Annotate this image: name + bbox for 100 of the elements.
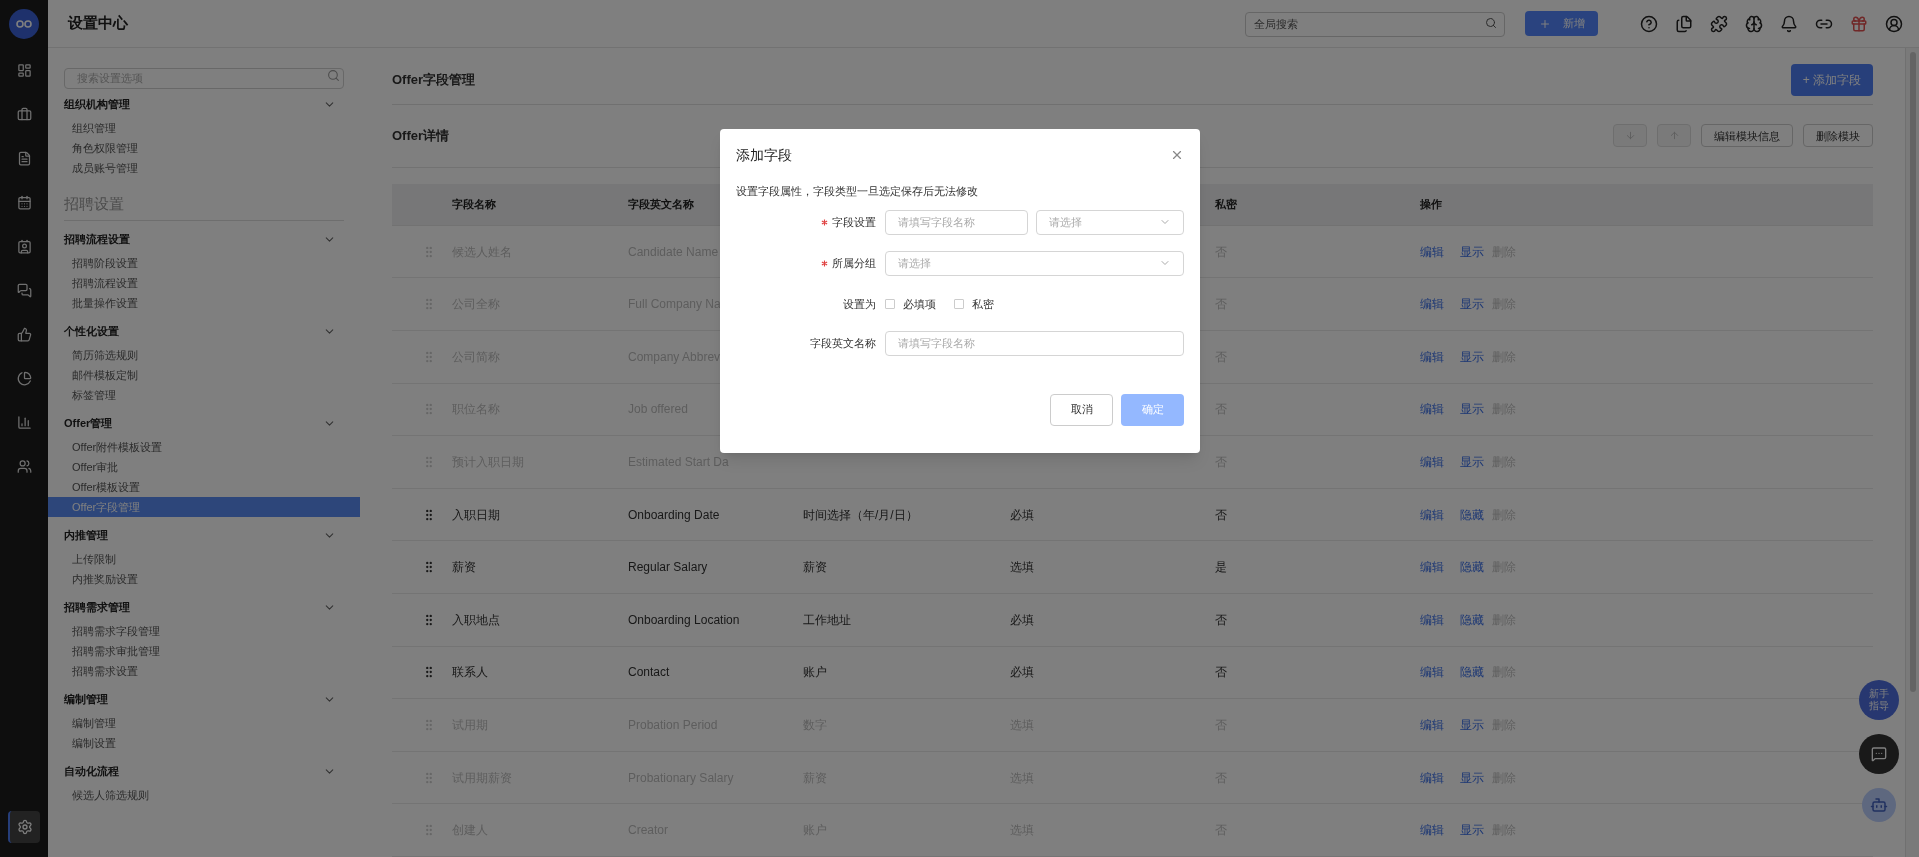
sidebar-item[interactable]: Offer模板设置 (48, 477, 360, 497)
sidebar-item[interactable]: 招聘需求审批管理 (48, 641, 360, 661)
sidebar-item[interactable]: 标签管理 (48, 385, 360, 405)
logo-icon[interactable] (9, 9, 39, 39)
table-cell: 否 (1215, 507, 1227, 522)
group-title[interactable]: 内推管理 (64, 526, 108, 544)
table-cell: 否 (1215, 612, 1227, 627)
action-link[interactable]: 编辑 (1420, 558, 1444, 577)
chat-bubble-icon (1871, 746, 1887, 762)
action-link[interactable]: 隐藏 (1460, 558, 1484, 577)
settings-icon[interactable] (8, 811, 40, 843)
sidebar-item[interactable]: Offer附件模板设置 (48, 437, 360, 457)
action-link[interactable]: 编辑 (1420, 295, 1444, 314)
action-link[interactable]: 编辑 (1420, 505, 1444, 524)
group-title[interactable]: 自动化流程 (64, 762, 119, 780)
action-link[interactable]: 编辑 (1420, 400, 1444, 419)
table-cell: 账户 (803, 665, 827, 680)
sidebar-item[interactable]: 内推奖励设置 (48, 569, 360, 589)
bell-icon[interactable] (1780, 14, 1798, 33)
action-link[interactable]: 编辑 (1420, 453, 1444, 472)
dialog-title: 添加字段 (736, 145, 792, 165)
global-search-field[interactable]: 全局搜索 (1245, 11, 1505, 37)
action-link[interactable]: 显示 (1460, 716, 1484, 734)
sidebar-item[interactable]: Offer字段管理 (48, 497, 360, 517)
action-link[interactable]: 显示 (1460, 242, 1484, 261)
table-cell: 时间选择（年/月/日） (803, 507, 918, 522)
cancel-button[interactable]: 取消 (1050, 393, 1113, 426)
sidebar-item[interactable]: 邮件模板定制 (48, 365, 360, 385)
sidebar-item[interactable]: 招聘需求设置 (48, 661, 360, 681)
sidebar-item[interactable]: 角色权限管理 (48, 138, 360, 158)
action-link[interactable]: 编辑 (1420, 347, 1444, 366)
table-cell: Contact (628, 665, 670, 680)
group-title[interactable]: 个性化设置 (64, 322, 119, 340)
sidebar-item[interactable]: 简历筛选规则 (48, 345, 360, 365)
sidebar-item[interactable]: 招聘需求字段管理 (48, 621, 360, 641)
sidebar-item[interactable]: 成员账号管理 (48, 158, 360, 178)
gift-icon[interactable] (1850, 14, 1868, 33)
app-title: 设置中心 (68, 13, 128, 34)
action-link[interactable]: 显示 (1460, 295, 1484, 314)
sidebar-item[interactable]: 编制设置 (48, 733, 360, 753)
module-button[interactable]: 编辑模块信息 (1701, 124, 1793, 148)
checkbox[interactable] (885, 299, 895, 309)
sidebar-item[interactable]: 组织管理 (48, 118, 360, 138)
action-link[interactable]: 编辑 (1420, 768, 1444, 787)
action-link[interactable]: 显示 (1460, 453, 1484, 472)
action-link[interactable]: 显示 (1460, 768, 1484, 787)
action-link[interactable]: 显示 (1460, 400, 1484, 419)
puzzle-icon[interactable] (1710, 14, 1728, 33)
action-link[interactable]: 编辑 (1420, 821, 1444, 840)
sidebar-item[interactable]: 候选人筛选规则 (48, 785, 360, 805)
arrow-down-icon (1624, 130, 1636, 142)
documents-icon[interactable] (1675, 14, 1693, 33)
action-link[interactable]: 显示 (1460, 821, 1484, 840)
sidebar-item[interactable]: 编制管理 (48, 713, 360, 733)
module-title: Offer详情 (392, 127, 450, 146)
checkbox-label: 私密 (972, 296, 994, 312)
group-title[interactable]: 编制管理 (64, 690, 108, 708)
field-name-input[interactable]: 请填写字段名称 (885, 209, 1028, 235)
field-type-select[interactable]: 请选择 (1036, 209, 1184, 235)
close-icon[interactable] (1170, 148, 1184, 162)
module-button[interactable]: 删除模块 (1803, 124, 1873, 148)
form-label: 所属分组 (832, 255, 876, 271)
form-label: 字段英文名称 (810, 335, 876, 351)
group-title[interactable]: 招聘需求管理 (64, 598, 130, 616)
search-icon (1485, 17, 1497, 29)
table-cell: 入职地点 (452, 612, 500, 627)
sidebar-item[interactable]: 上传限制 (48, 549, 360, 569)
action-link[interactable]: 隐藏 (1460, 663, 1484, 682)
user-avatar-icon[interactable] (1885, 14, 1903, 33)
table-cell: 薪资 (452, 560, 476, 575)
column-header: 操作 (1420, 198, 1442, 211)
action-link[interactable]: 隐藏 (1460, 610, 1484, 629)
add-field-button[interactable]: + 添加字段 (1790, 64, 1873, 97)
sidebar-item[interactable]: 批量操作设置 (48, 293, 360, 313)
action-link[interactable]: 编辑 (1420, 610, 1444, 629)
table-cell: 必填 (1010, 665, 1034, 680)
action-link[interactable]: 编辑 (1420, 663, 1444, 682)
table-cell: 必填 (1010, 612, 1034, 627)
sidebar-item[interactable]: 招聘流程设置 (48, 273, 360, 293)
sidebar-item[interactable]: 招聘阶段设置 (48, 253, 360, 273)
table-cell: 是 (1215, 560, 1227, 575)
scrollbar[interactable] (1905, 48, 1919, 857)
new-button[interactable]: 新增 (1525, 11, 1598, 36)
group-title[interactable]: 招聘流程设置 (64, 230, 130, 248)
action-link[interactable]: 编辑 (1420, 716, 1444, 734)
help-icon[interactable] (1640, 14, 1658, 33)
sidebar-item[interactable]: Offer审批 (48, 457, 360, 477)
page-title: Offer字段管理 (392, 71, 476, 90)
action-link[interactable]: 显示 (1460, 347, 1484, 366)
group-title[interactable]: 组织机构管理 (64, 95, 130, 113)
table-cell: Regular Salary (628, 560, 708, 575)
group-title[interactable]: Offer管理 (64, 414, 113, 432)
action-link[interactable]: 编辑 (1420, 242, 1444, 261)
english-name-input[interactable]: 请填写字段名称 (885, 330, 1184, 356)
checkbox-label: 必填项 (903, 296, 936, 312)
column-header: 私密 (1215, 198, 1237, 211)
action-link[interactable]: 隐藏 (1460, 505, 1484, 524)
search-icon (327, 69, 340, 82)
checkbox[interactable] (954, 299, 964, 309)
group-select[interactable]: 请选择 (885, 250, 1184, 276)
